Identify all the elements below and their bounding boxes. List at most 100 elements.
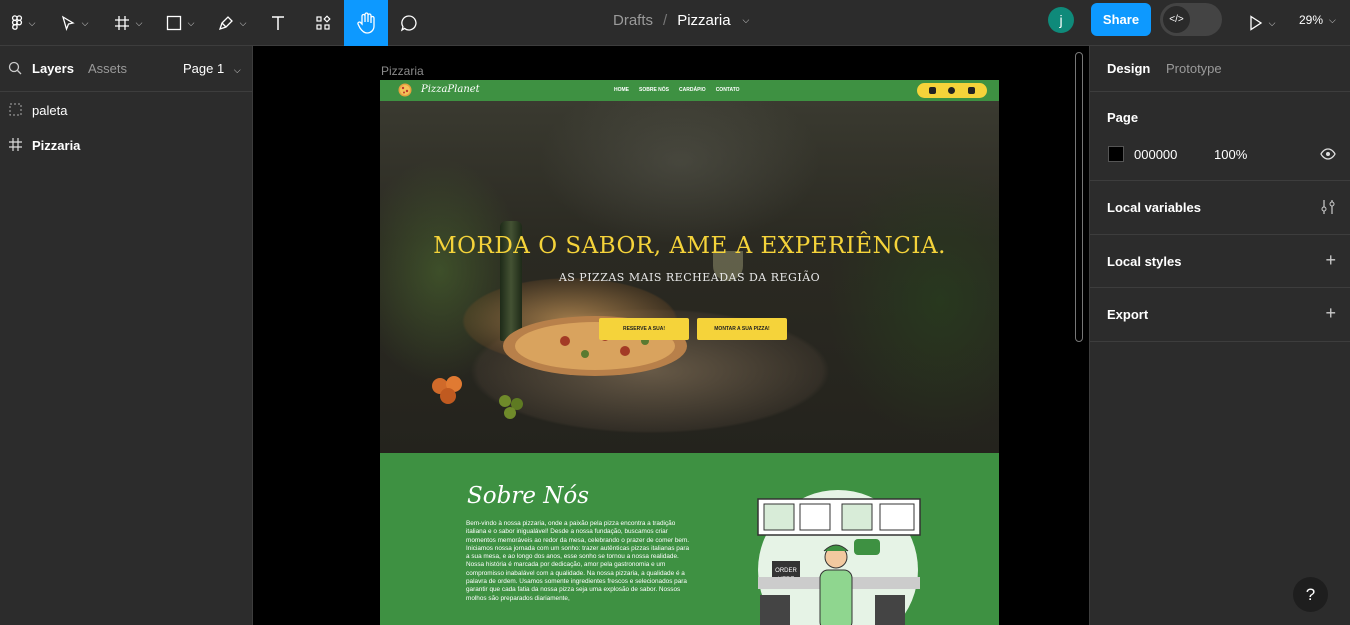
canvas-scrollbar[interactable] [1075, 52, 1083, 342]
local-variables-label: Local variables [1107, 200, 1201, 215]
figma-logo-icon [11, 15, 22, 30]
tab-layers[interactable]: Layers [32, 61, 74, 76]
present-button[interactable]: ⌵ [1242, 0, 1282, 46]
add-export-icon[interactable]: + [1325, 304, 1336, 322]
chevron-down-icon: ⌵ [233, 65, 241, 75]
text-tool-button[interactable] [262, 0, 294, 46]
chevron-down-icon: ⌵ [1268, 17, 1276, 28]
breadcrumb: Drafts / Pizzaria ⌵ [613, 0, 749, 40]
avatar[interactable]: j [1048, 7, 1074, 33]
tab-prototype[interactable]: Prototype [1166, 61, 1222, 76]
site-nav-cardapio: CARDÁPIO [679, 87, 706, 93]
layers-panel: Layers Assets Page 1 ⌵ paleta Pizzaria [0, 46, 253, 625]
hand-tool-button[interactable] [344, 0, 388, 46]
local-variables-section[interactable]: Local variables [1090, 181, 1350, 235]
file-name[interactable]: Pizzaria [677, 12, 730, 29]
chevron-down-icon: ⌵ [187, 17, 195, 28]
chevron-down-icon: ⌵ [1329, 14, 1336, 25]
layer-row-paleta[interactable]: paleta [0, 94, 252, 126]
search-icon[interactable] [8, 61, 22, 75]
cursor-icon [61, 15, 75, 31]
pen-icon [218, 16, 233, 31]
play-icon [1249, 15, 1262, 31]
site-hero: MORDA O SABOR, AME A EXPERIÊNCIA. AS PIZ… [380, 101, 999, 453]
design-panel-tabs: Design Prototype [1090, 46, 1350, 92]
text-icon [272, 16, 284, 30]
layer-name: paleta [32, 103, 68, 118]
pizzaria-frame[interactable]: PizzaPlanet HOME SOBRE NÓS CARDÁPIO CONT… [380, 80, 999, 625]
pizza-logo-icon [398, 83, 412, 97]
comment-tool-button[interactable] [392, 0, 426, 46]
hero-reserve-button: RESERVE A SUA! [599, 318, 689, 340]
site-nav-sobre: SOBRE NÓS [639, 87, 670, 93]
cart-icon [967, 87, 975, 94]
site-navbar: PizzaPlanet HOME SOBRE NÓS CARDÁPIO CONT… [380, 80, 999, 101]
chevron-down-icon: ⌵ [135, 17, 143, 28]
frame-icon [9, 138, 22, 151]
tab-design[interactable]: Design [1107, 61, 1150, 76]
hero-build-pizza-button: MONTAR A SUA PIZZA! [697, 318, 787, 340]
chevron-down-icon[interactable]: ⌵ [743, 15, 750, 26]
pen-tool-button[interactable]: ⌵ [210, 0, 254, 46]
eye-icon[interactable] [1320, 148, 1336, 160]
facebook-icon [948, 87, 956, 94]
export-section[interactable]: Export + [1090, 288, 1350, 342]
page-selector[interactable]: Page 1 ⌵ [183, 61, 241, 76]
hero-title: MORDA O SABOR, AME A EXPERIÊNCIA. [433, 233, 946, 259]
resources-button[interactable] [306, 0, 340, 46]
hero-subtitle: AS PIZZAS MAIS RECHEADAS DA REGIÃO [558, 271, 821, 284]
export-label: Export [1107, 307, 1149, 322]
layer-row-pizzaria[interactable]: Pizzaria [0, 129, 252, 161]
page-color-swatch[interactable] [1108, 146, 1124, 162]
page-opacity[interactable]: 100% [1214, 147, 1247, 162]
comment-icon [400, 15, 417, 32]
section-icon [9, 103, 22, 116]
page-section-label: Page [1107, 110, 1139, 125]
zoom-dropdown[interactable]: 29% ⌵ [1299, 0, 1336, 40]
tab-assets[interactable]: Assets [88, 61, 127, 76]
zoom-value: 29% [1299, 13, 1324, 27]
dev-mode-toggle[interactable]: </> [1160, 3, 1222, 36]
breadcrumb-separator: / [663, 11, 668, 29]
site-nav-links: HOME SOBRE NÓS CARDÁPIO CONTATO [614, 87, 740, 93]
shape-tool-button[interactable]: ⌵ [158, 0, 202, 46]
design-panel: Design Prototype Page 000000 100% Local … [1089, 46, 1350, 625]
toolbar: ⌵ ⌵ ⌵ ⌵ ⌵ Drafts / Pizzaria ⌵ j Share </… [0, 0, 1350, 46]
about-text: Bem-vindo à nossa pizzaria, onde a paixã… [466, 520, 690, 602]
canvas[interactable]: Pizzaria PizzaPlanet HOME SOBRE NÓS CARD… [253, 46, 1089, 625]
page-color-hex[interactable]: 000000 [1134, 147, 1177, 162]
chevron-down-icon: ⌵ [28, 17, 36, 28]
page-section: Page 000000 100% [1090, 92, 1350, 181]
layer-name: Pizzaria [32, 138, 81, 153]
share-button[interactable]: Share [1091, 3, 1151, 36]
about-title: Sobre Nós [467, 483, 590, 509]
site-about-section: Sobre Nós Bem-vindo à nossa pizzaria, on… [380, 453, 999, 625]
main-menu-button[interactable]: ⌵ [0, 0, 46, 46]
site-nav-contato: CONTATO [715, 87, 740, 93]
order-sign-line1: ORDER [775, 568, 797, 574]
chevron-down-icon: ⌵ [239, 17, 247, 28]
chevron-down-icon: ⌵ [81, 17, 89, 28]
frame-icon [114, 16, 129, 30]
variables-settings-icon[interactable] [1320, 199, 1336, 215]
frame-label[interactable]: Pizzaria [381, 64, 424, 78]
rectangle-icon [166, 15, 181, 31]
layers-panel-header: Layers Assets Page 1 ⌵ [0, 46, 252, 92]
local-styles-label: Local styles [1107, 254, 1182, 269]
hand-icon [357, 12, 375, 34]
page-selector-label: Page 1 [183, 61, 225, 76]
local-styles-section[interactable]: Local styles + [1090, 235, 1350, 288]
site-nav-home: HOME [614, 87, 629, 93]
instagram-icon [929, 87, 937, 94]
add-style-icon[interactable]: + [1325, 251, 1336, 269]
breadcrumb-drafts[interactable]: Drafts [613, 12, 653, 29]
frame-tool-button[interactable]: ⌵ [106, 0, 150, 46]
help-button[interactable]: ? [1293, 577, 1328, 612]
code-icon: </> [1163, 6, 1190, 33]
components-icon [316, 15, 331, 30]
hero-olives-image [432, 376, 523, 419]
pizza-counter-illustration: ORDER HERE [757, 490, 921, 625]
site-logo-text: PizzaPlanet [421, 84, 480, 95]
site-social-icons [917, 83, 987, 98]
move-tool-button[interactable]: ⌵ [52, 0, 96, 46]
